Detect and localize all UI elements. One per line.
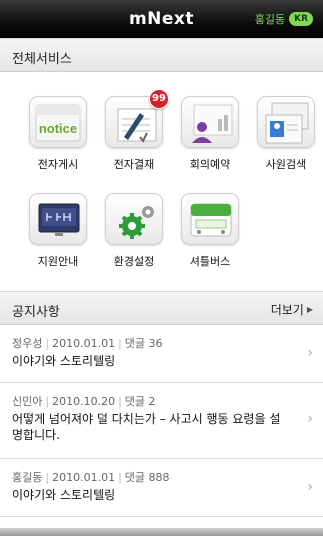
service-label: 회의예약 <box>189 158 231 171</box>
approval-count-badge: 99 <box>149 89 169 109</box>
triangle-right-icon: ▶ <box>306 305 313 314</box>
chevron-right-icon: › <box>307 345 313 361</box>
notice-meta: 홍길동 | 2010.01.01 | 댓글 888 <box>12 471 170 484</box>
service-label: 환경설정 <box>113 255 155 268</box>
chevron-right-icon: › <box>307 411 313 427</box>
notice-comments: 댓글 888 <box>124 471 170 484</box>
user-name[interactable]: 홍길동 <box>255 11 285 27</box>
notice-meta: 정우성 | 2010.01.01 | 댓글 36 <box>12 337 163 350</box>
notice-meta: 신민아 | 2010.10.20 | 댓글 2 <box>12 395 156 408</box>
notice-title: 어떻게 넘어져야 덜 다치는가 – 사고시 행동 요령을 설명합니다. <box>12 412 281 442</box>
bottom-bar <box>0 528 323 536</box>
notices-header: 공지사항 더보기 ▶ <box>0 291 323 325</box>
notice-date: 2010.01.01 <box>52 471 116 484</box>
list-item[interactable]: 홍길동 | 2010.01.01 | 댓글 888 이야기와 스토리텔링 › <box>0 459 323 517</box>
service-meeting-reservation[interactable]: 회의예약 <box>172 96 248 172</box>
user-info[interactable]: 홍길동 KR <box>255 11 313 27</box>
notice-date: 2010.10.20 <box>52 395 116 408</box>
settings-gear-icon <box>105 193 163 245</box>
service-support-guide[interactable]: 지원안내 <box>20 193 96 269</box>
more-button[interactable]: 더보기 ▶ <box>271 301 313 318</box>
service-label: 전자결재 <box>113 158 155 171</box>
services-title: 전체서비스 <box>12 52 72 67</box>
support-monitor-icon <box>29 193 87 245</box>
notice-title: 이야기와 스토리텔링 <box>12 354 116 368</box>
notice-icon-text: notice <box>39 121 77 136</box>
service-approval[interactable]: 99 전자결재 <box>96 89 172 172</box>
service-notice-board[interactable]: notice 전자게시 <box>20 96 96 172</box>
notice-author: 신민아 <box>12 395 43 408</box>
more-label[interactable]: 더보기 <box>271 301 304 318</box>
service-settings[interactable]: 환경설정 <box>96 193 172 269</box>
notice-comments: 댓글 36 <box>124 337 163 350</box>
notice-title: 이야기와 스토리텔링 <box>12 488 116 502</box>
employee-card-icon <box>257 96 315 148</box>
notice-comments: 댓글 2 <box>124 395 156 408</box>
chevron-right-icon: › <box>307 479 313 495</box>
service-shuttle-bus[interactable]: 셔틀버스 <box>172 193 248 269</box>
notice-board-icon: notice <box>29 96 87 148</box>
service-label: 셔틀버스 <box>189 255 231 268</box>
services-header: 전체서비스 <box>0 38 323 72</box>
service-label: 지원안내 <box>37 255 79 268</box>
list-item[interactable]: 신민아 | 2010.10.20 | 댓글 2 어떻게 넘어져야 덜 다치는가 – 사고… <box>0 383 323 459</box>
notice-date: 2010.01.01 <box>52 337 116 350</box>
notice-author: 정우성 <box>12 337 43 350</box>
service-label: 사원검색 <box>265 158 307 171</box>
notices-title: 공지사항 <box>12 305 60 320</box>
notice-author: 홍길동 <box>12 471 43 484</box>
top-bar: mNext 홍길동 KR <box>0 0 323 38</box>
list-item[interactable]: 정우성 | 2010.01.01 | 댓글 36 이야기와 스토리텔링 › <box>0 325 323 383</box>
shuttle-bus-icon <box>181 193 239 245</box>
language-badge[interactable]: KR <box>289 12 313 26</box>
meeting-chart-icon <box>181 96 239 148</box>
service-employee-search[interactable]: 사원검색 <box>248 96 323 172</box>
service-label: 전자게시 <box>37 158 79 171</box>
